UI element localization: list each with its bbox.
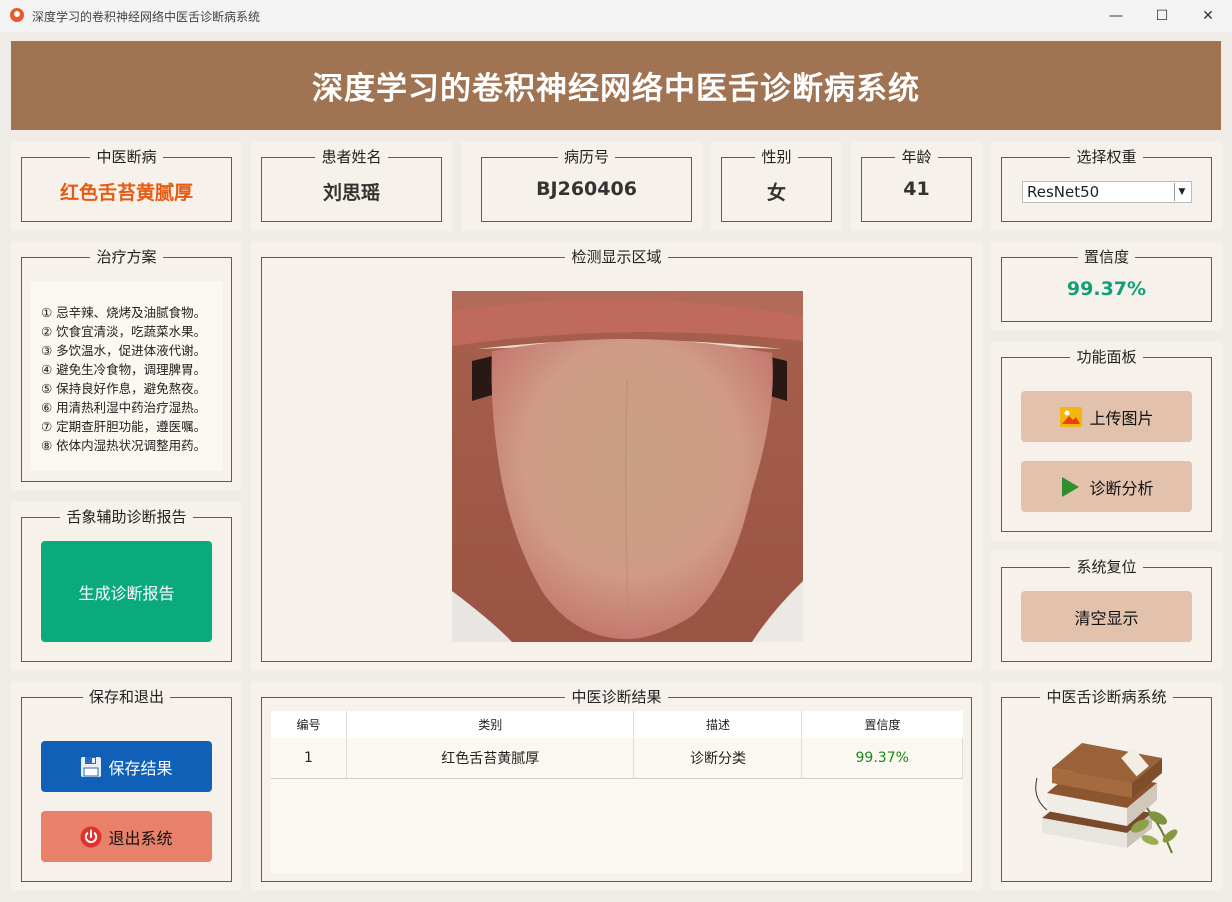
diagnosis-label: 中医断病: [90, 148, 163, 166]
reset-panel: 系统复位 清空显示: [991, 551, 1222, 671]
reset-label: 系统复位: [1070, 558, 1143, 576]
treatment-item: ⑤ 保持良好作息，避免熬夜。: [41, 381, 207, 396]
results-panel: 中医诊断结果 编号 类别 描述 置信度 1 红色舌苔黄腻厚 诊断分类 99.37…: [251, 681, 982, 891]
exit-system-label: 退出系统: [108, 828, 173, 848]
gender-label: 性别: [755, 148, 798, 166]
results-table: 编号 类别 描述 置信度 1 红色舌苔黄腻厚 诊断分类 99.37%: [271, 711, 963, 873]
analyze-label: 诊断分析: [1089, 478, 1154, 498]
play-icon: [1062, 476, 1080, 497]
detection-panel: 检测显示区域: [251, 241, 982, 671]
floppy-disk-icon: [81, 756, 102, 777]
confidence-value: 99.37%: [1066, 278, 1147, 300]
weights-select[interactable]: ResNet50 ▼: [1022, 181, 1192, 203]
window-titlebar: 深度学习的卷积神经网络中医舌诊断病系统 — ☐ ✕: [0, 0, 1232, 32]
header-banner: 深度学习的卷积神经网络中医舌诊断病系统: [11, 41, 1221, 130]
save-exit-panel: 保存和退出 保存结果 退出系统: [11, 681, 242, 891]
results-label: 中医诊断结果: [565, 688, 668, 706]
books-herb-icon: [1035, 743, 1178, 854]
page-title: 深度学习的卷积神经网络中医舌诊断病系统: [312, 71, 920, 107]
gender-panel: 性别 女: [711, 141, 842, 231]
logo-panel-label: 中医舌诊断病系统: [1040, 688, 1173, 706]
cell-description: 诊断分类: [633, 738, 803, 779]
save-exit-label: 保存和退出: [82, 688, 170, 706]
function-panel: 功能面板 上传图片 诊断分析: [991, 341, 1222, 541]
image-icon: [1060, 406, 1083, 427]
treatment-item: ① 忌辛辣、烧烤及油腻食物。: [41, 305, 207, 320]
treatment-panel: 治疗方案 ① 忌辛辣、烧烤及油腻食物。 ② 饮食宜清淡，吃蔬菜水果。 ③ 多饮温…: [11, 241, 242, 491]
treatment-label: 治疗方案: [90, 248, 163, 266]
report-panel: 舌象辅助诊断报告 生成诊断报告: [11, 501, 242, 671]
treatment-item: ⑦ 定期查肝胆功能，遵医嘱。: [41, 419, 207, 434]
treatment-item: ⑧ 依体内湿热状况调整用药。: [41, 438, 207, 453]
weights-panel: 选择权重 ResNet50 ▼: [991, 141, 1222, 231]
age-value: 41: [903, 178, 930, 200]
treatment-item: ② 饮食宜清淡，吃蔬菜水果。: [41, 324, 207, 339]
table-row[interactable]: 1 红色舌苔黄腻厚 诊断分类 99.37%: [271, 738, 963, 779]
generate-report-button[interactable]: 生成诊断报告: [41, 541, 212, 642]
app-icon: [10, 8, 24, 22]
treatment-item: ④ 避免生冷食物，调理脾胃。: [41, 362, 207, 377]
minimize-button[interactable]: —: [1093, 4, 1139, 28]
save-results-label: 保存结果: [108, 758, 173, 778]
record-number-panel: 病历号 BJ260406: [461, 141, 702, 231]
record-number-label: 病历号: [557, 148, 615, 166]
age-label: 年龄: [895, 148, 938, 166]
confidence-panel: 置信度 99.37%: [991, 241, 1222, 331]
column-header-id[interactable]: 编号: [271, 711, 347, 738]
column-header-confidence[interactable]: 置信度: [801, 711, 963, 738]
treatment-item: ③ 多饮温水，促进体液代谢。: [41, 343, 207, 358]
window-title: 深度学习的卷积神经网络中医舌诊断病系统: [32, 10, 261, 24]
dropdown-arrow-icon[interactable]: ▼: [1174, 183, 1189, 201]
close-button[interactable]: ✕: [1185, 4, 1231, 28]
patient-name-label: 患者姓名: [315, 148, 388, 166]
upload-image-label: 上传图片: [1089, 408, 1154, 428]
diagnosis-value: 红色舌苔黄腻厚: [59, 182, 193, 204]
patient-name-panel: 患者姓名 刘思瑶: [251, 141, 452, 231]
column-header-category[interactable]: 类别: [346, 711, 635, 738]
detection-label: 检测显示区域: [565, 248, 668, 266]
cell-confidence: 99.37%: [801, 738, 963, 779]
upload-image-button[interactable]: 上传图片: [1021, 391, 1192, 442]
diagnosis-panel: 中医断病 红色舌苔黄腻厚: [11, 141, 242, 231]
weights-label: 选择权重: [1070, 148, 1143, 166]
cell-id: 1: [271, 738, 347, 779]
gender-value: 女: [766, 182, 786, 204]
confidence-label: 置信度: [1077, 248, 1135, 266]
patient-name-value: 刘思瑶: [322, 182, 380, 204]
record-number-value: BJ260406: [536, 178, 637, 200]
analyze-button[interactable]: 诊断分析: [1021, 461, 1192, 512]
power-icon: [80, 826, 102, 847]
function-label: 功能面板: [1070, 348, 1143, 366]
save-results-button[interactable]: 保存结果: [41, 741, 212, 792]
weights-selected-value: ResNet50: [1027, 183, 1100, 201]
age-panel: 年龄 41: [851, 141, 982, 231]
column-header-description[interactable]: 描述: [633, 711, 803, 738]
tongue-image: [452, 291, 803, 642]
treatment-list: ① 忌辛辣、烧烤及油腻食物。 ② 饮食宜清淡，吃蔬菜水果。 ③ 多饮温水，促进体…: [31, 281, 223, 471]
report-label: 舌象辅助诊断报告: [60, 508, 193, 526]
cell-category: 红色舌苔黄腻厚: [346, 738, 635, 779]
maximize-button[interactable]: ☐: [1139, 4, 1185, 28]
treatment-item: ⑥ 用清热利湿中药治疗湿热。: [41, 400, 207, 415]
exit-system-button[interactable]: 退出系统: [41, 811, 212, 862]
clear-display-button[interactable]: 清空显示: [1021, 591, 1192, 642]
logo-panel: 中医舌诊断病系统: [991, 681, 1222, 891]
